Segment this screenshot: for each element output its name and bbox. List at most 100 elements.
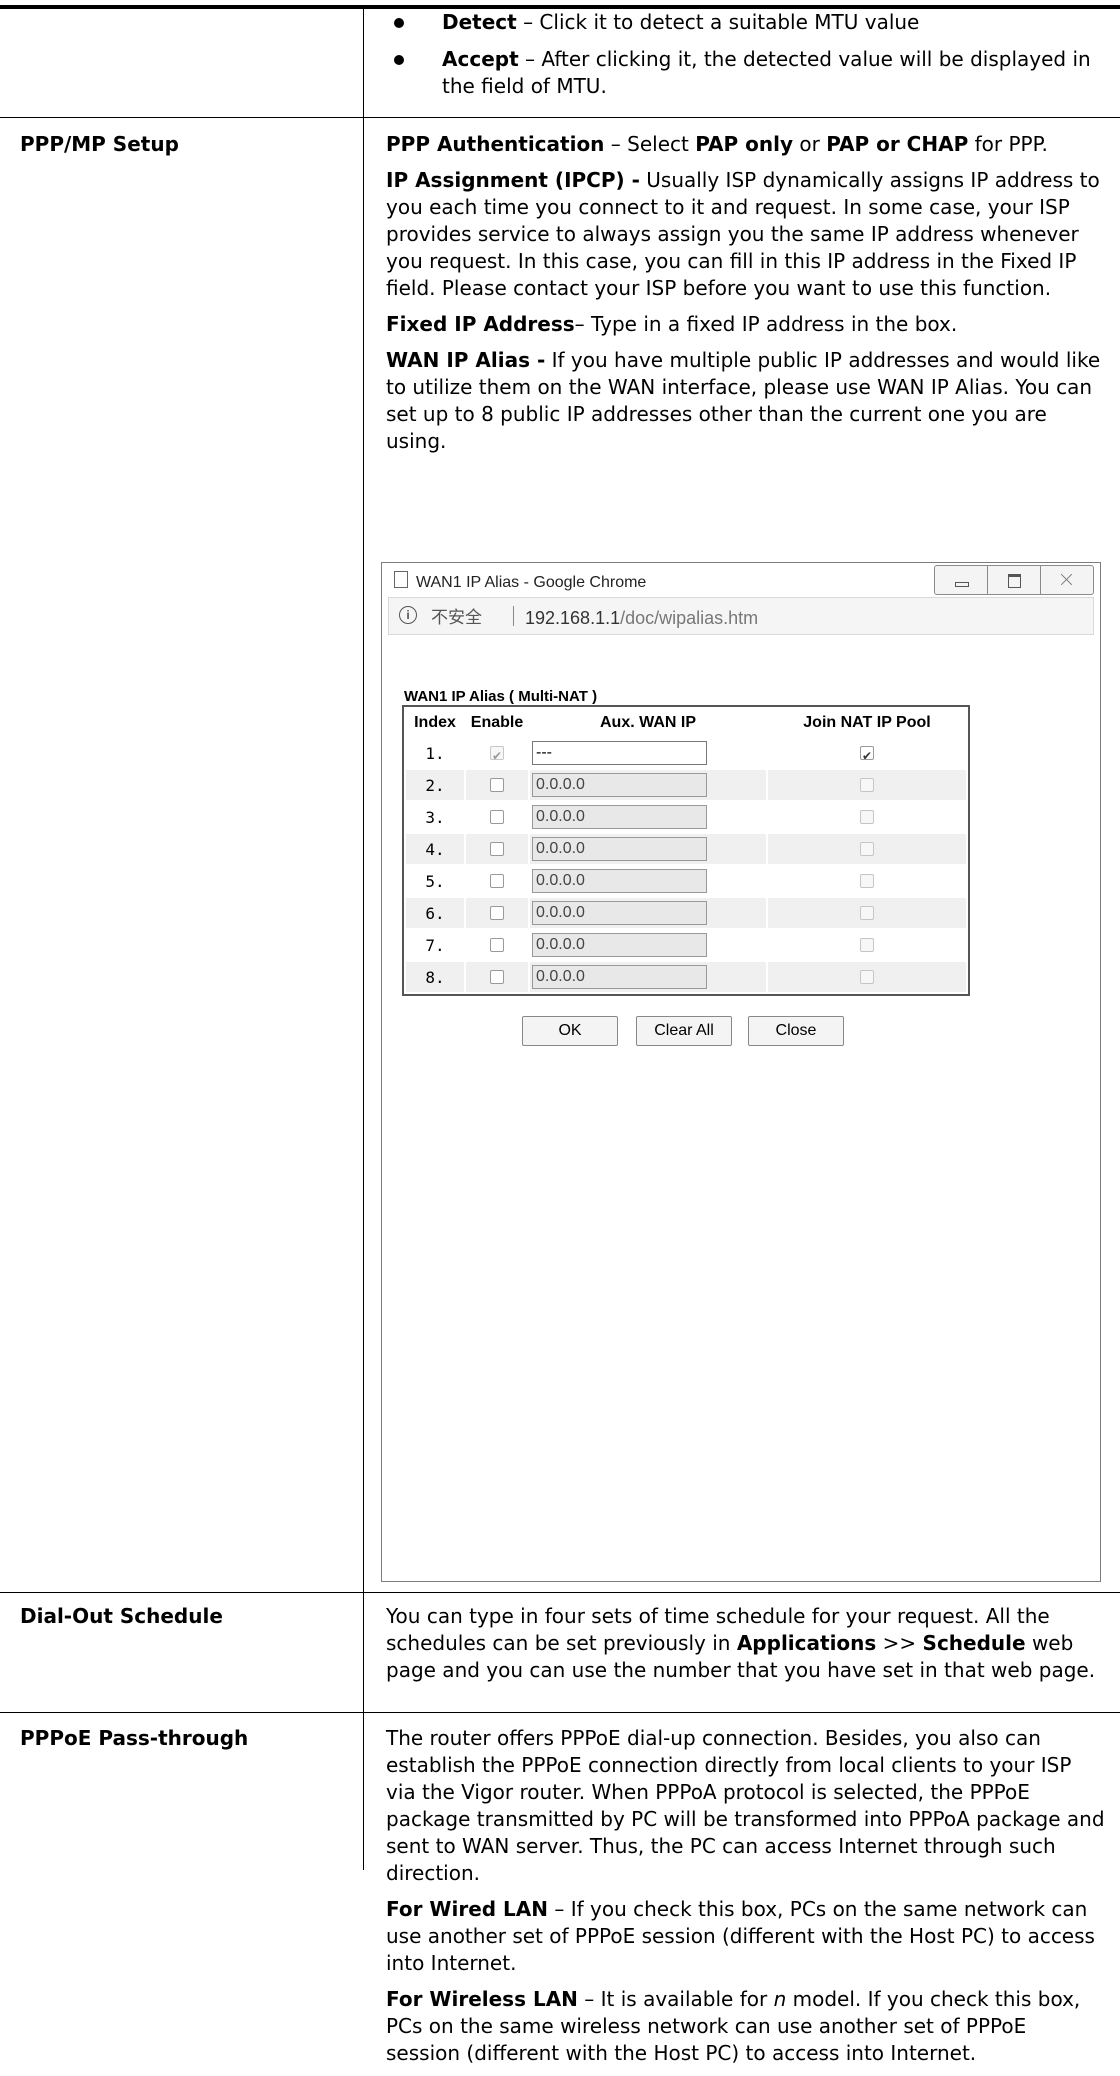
aux-wan-ip-cell: 0.0.0.0 [530,802,766,832]
desc-detect: – Click it to detect a suitable MTU valu… [516,10,920,34]
aux-wan-ip-cell: 0.0.0.0 [530,866,766,896]
row-divider [0,1592,1120,1593]
paragraph: Fixed IP Address– Type in a fixed IP add… [386,312,958,336]
close-button[interactable]: Close [748,1016,844,1046]
bullet-dot-icon [394,55,404,65]
enable-checkbox[interactable] [490,874,504,889]
join-nat-checkbox[interactable] [860,743,874,770]
window-controls [934,565,1094,595]
row-index: 3. [406,802,464,832]
join-nat-checkbox[interactable] [860,938,874,953]
page-icon [394,571,408,588]
enable-cell [466,866,528,896]
ppp-mp-setup-description: PPP Authentication – Select PAP only or … [386,131,1106,464]
clear-all-button[interactable]: Clear All [636,1016,732,1046]
aux-wan-ip-input[interactable]: 0.0.0.0 [532,805,707,829]
paragraph: WAN IP Alias - If you have multiple publ… [386,348,1101,453]
join-nat-checkbox[interactable] [860,874,874,889]
paragraph: PPP Authentication – Select PAP only or … [386,132,1048,156]
row-index: 6. [406,898,464,928]
enable-cell [466,962,528,992]
aux-wan-ip-input[interactable]: 0.0.0.0 [532,869,707,893]
paragraph: For Wireless LAN – It is available for n… [386,1987,1081,2065]
aux-wan-ip-input[interactable]: 0.0.0.0 [532,965,707,989]
enable-checkbox[interactable] [490,970,504,985]
column-divider [363,9,364,1870]
enable-cell [466,930,528,960]
header-enable: Enable [466,709,528,736]
aux-wan-ip-input[interactable]: 0.0.0.0 [532,773,707,797]
row-divider [0,117,1120,118]
join-nat-checkbox[interactable] [860,842,874,857]
url-host: 192.168.1.1 [525,608,621,628]
row-index: 7. [406,930,464,960]
window-title: WAN1 IP Alias - Google Chrome [416,574,647,591]
enable-checkbox[interactable] [490,778,504,793]
row-index: 8. [406,962,464,992]
row-divider [0,1712,1120,1713]
join-nat-checkbox[interactable] [860,778,874,793]
bullet-text: Accept – After clicking it, the detected… [442,46,1102,100]
join-nat-cell [768,738,966,770]
url-text[interactable]: 192.168.1.1/doc/wipalias.htm [525,605,758,632]
row-index: 5. [406,866,464,896]
address-separator [513,606,514,626]
join-nat-checkbox[interactable] [860,970,874,985]
row-index: 1. [406,738,464,768]
bullet-dot-icon [394,18,404,28]
aux-wan-ip-cell: 0.0.0.0 [530,898,766,928]
enable-checkbox[interactable] [490,938,504,953]
aux-wan-ip-cell: 0.0.0.0 [530,834,766,864]
paragraph: You can type in four sets of time schedu… [386,1604,1096,1682]
enable-cell [466,834,528,864]
row-label-dial-out-schedule: Dial-Out Schedule [20,1604,223,1628]
row-index: 2. [406,770,464,800]
join-nat-cell [768,962,966,992]
table-row: 8. 0.0.0.0 [406,962,966,992]
join-nat-checkbox[interactable] [860,810,874,825]
join-nat-cell [768,802,966,832]
join-nat-checkbox[interactable] [860,906,874,921]
enable-checkbox[interactable] [490,743,504,770]
join-nat-cell [768,834,966,864]
paragraph: The router offers PPPoE dial-up connecti… [386,1726,1105,1885]
term-detect: Detect [442,10,517,34]
table-row: 5. 0.0.0.0 [406,866,966,896]
paragraph: For Wired LAN – If you check this box, P… [386,1897,1095,1975]
table-row: 2. 0.0.0.0 [406,770,966,800]
row-label-ppp-mp-setup: PPP/MP Setup [20,132,179,156]
header-index: Index [406,709,464,736]
minimize-icon[interactable] [935,566,988,594]
aux-wan-ip-input[interactable]: 0.0.0.0 [532,837,707,861]
enable-checkbox[interactable] [490,906,504,921]
table-row: 6. 0.0.0.0 [406,898,966,928]
enable-cell [466,770,528,800]
aux-wan-ip-input[interactable]: --- [532,741,707,765]
row-label-pppoe-pass-through: PPPoE Pass-through [20,1726,249,1750]
aux-wan-ip-cell: --- [530,738,766,768]
row-index: 4. [406,834,464,864]
aux-wan-ip-input[interactable]: 0.0.0.0 [532,933,707,957]
address-bar[interactable]: i 不安全 192.168.1.1/doc/wipalias.htm [388,597,1094,635]
header-aux-wan-ip: Aux. WAN IP [530,709,766,736]
info-icon[interactable]: i [399,606,417,624]
aux-wan-ip-input[interactable]: 0.0.0.0 [532,901,707,925]
ip-alias-table: Index Enable Aux. WAN IP Join NAT IP Poo… [402,705,970,996]
window-titlebar: WAN1 IP Alias - Google Chrome [382,563,1100,597]
join-nat-cell [768,930,966,960]
join-nat-cell [768,866,966,896]
pppoe-pass-through-description: The router offers PPPoE dial-up connecti… [386,1725,1106,2076]
enable-cell [466,738,528,770]
enable-checkbox[interactable] [490,810,504,825]
enable-cell [466,898,528,928]
desc-accept: – After clicking it, the detected value … [442,47,1091,98]
ok-button[interactable]: OK [522,1016,618,1046]
join-nat-cell [768,898,966,928]
maximize-icon[interactable] [988,566,1041,594]
table-row: 7. 0.0.0.0 [406,930,966,960]
enable-checkbox[interactable] [490,842,504,857]
header-join-nat-ip-pool: Join NAT IP Pool [768,709,966,736]
enable-cell [466,802,528,832]
close-icon[interactable] [1041,566,1093,594]
aux-wan-ip-cell: 0.0.0.0 [530,930,766,960]
